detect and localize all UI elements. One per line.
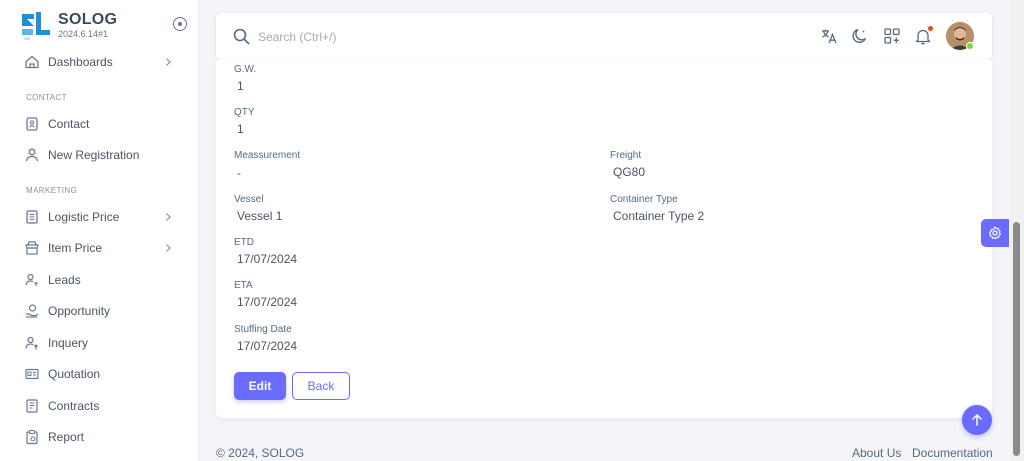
list-document-icon — [26, 210, 38, 224]
sidebar-item-label: Contracts — [48, 399, 100, 413]
sidebar-item-label: Inquery — [48, 336, 89, 350]
user-arrow-icon — [25, 336, 39, 350]
topbar — [216, 13, 992, 60]
sidebar-item-inquery[interactable]: Inquery — [0, 329, 199, 357]
container-type-value: Container Type 2 — [613, 209, 705, 223]
sidebar-item-report[interactable]: Report — [0, 423, 199, 451]
brand-name: SOLOG — [58, 11, 118, 28]
apps-icon[interactable] — [883, 27, 901, 45]
address-book-icon — [26, 117, 38, 131]
arrow-up-icon — [972, 414, 982, 426]
gear-icon — [988, 226, 1002, 240]
settings-button[interactable] — [981, 219, 1009, 247]
chevron-right-icon — [166, 213, 171, 221]
id-card-icon — [25, 368, 39, 380]
scroll-to-top-button[interactable] — [962, 405, 992, 435]
stuffing-date-label: Stuffing Date — [234, 324, 292, 335]
sidebar-item-contact[interactable]: Contact — [0, 110, 199, 138]
clipboard-icon — [26, 429, 38, 445]
etd-label: ETD — [234, 237, 254, 248]
section-header-marketing: MARKETING — [26, 186, 78, 195]
moon-icon[interactable] — [851, 27, 869, 45]
freight-label: Freight — [610, 150, 642, 161]
svg-text:SLB: SLB — [24, 37, 30, 41]
online-status-indicator — [966, 42, 974, 50]
measurement-value: - — [237, 166, 241, 180]
solog-logo: SLB — [22, 12, 50, 41]
freight-value: QG80 — [613, 165, 646, 179]
footer-documentation-link[interactable]: Documentation — [912, 446, 993, 460]
sidebar-item-quotation[interactable]: Quotation — [0, 360, 199, 388]
chevron-right-icon — [166, 244, 171, 252]
gw-label: G.W. — [234, 64, 257, 75]
scrollbar-thumb[interactable] — [1013, 222, 1020, 456]
back-button[interactable]: Back — [292, 372, 350, 400]
sidebar-item-label: Leads — [48, 273, 81, 287]
notification-badge — [928, 26, 933, 31]
user-icon — [25, 148, 39, 162]
contract-icon — [26, 399, 38, 413]
detail-card: G.W. 1 QTY 1 Meassurement - Freight QG80… — [216, 60, 992, 418]
sidebar-item-label: Contact — [48, 117, 90, 131]
edit-button[interactable]: Edit — [234, 372, 286, 400]
etd-value: 17/07/2024 — [237, 252, 298, 266]
gw-value: 1 — [237, 79, 244, 93]
sidebar-item-label: Dashboards — [48, 55, 113, 69]
section-header-contact: CONTACT — [26, 93, 67, 102]
search-icon — [233, 28, 250, 45]
measurement-label: Meassurement — [234, 150, 301, 161]
sidebar-item-new-registration[interactable]: New Registration — [0, 141, 199, 169]
search-input[interactable] — [258, 26, 558, 47]
vessel-value: Vessel 1 — [237, 209, 283, 223]
footer-copyright: © 2024, SOLOG — [216, 446, 305, 460]
sidebar-item-dashboards[interactable]: Dashboards — [0, 48, 199, 76]
sidebar-item-label: Quotation — [48, 367, 101, 381]
brand-version: 2024.6.14#1 — [58, 29, 109, 39]
sidebar-item-opportunity[interactable]: Opportunity — [0, 297, 199, 325]
sidebar-item-item-price[interactable]: Item Price — [0, 234, 199, 262]
qty-label: QTY — [234, 107, 255, 118]
sidebar-item-label: New Registration — [48, 148, 140, 162]
container-type-label: Container Type — [610, 194, 678, 205]
sidebar-item-label: Item Price — [48, 241, 103, 255]
brand[interactable]: SLB SOLOG 2024.6.14#1 — [20, 8, 190, 42]
eta-value: 17/07/2024 — [237, 295, 298, 309]
sidebar-item-label: Logistic Price — [48, 210, 120, 224]
user-filter-icon — [25, 273, 39, 287]
sidebar-item-label: Opportunity — [48, 304, 111, 318]
hand-coin-icon — [26, 304, 39, 318]
sidebar-item-label: Report — [48, 430, 85, 444]
sidebar-item-contracts[interactable]: Contracts — [0, 392, 199, 420]
translate-icon[interactable] — [820, 27, 838, 45]
chevron-right-icon — [166, 58, 171, 66]
qty-value: 1 — [237, 122, 244, 136]
sidebar-item-leads[interactable]: Leads — [0, 266, 199, 294]
sidebar: SLB SOLOG 2024.6.14#1 Dashboards CONTACT… — [0, 0, 199, 461]
sidebar-collapse-icon[interactable] — [173, 17, 187, 31]
stuffing-date-value: 17/07/2024 — [237, 339, 298, 353]
eta-label: ETA — [234, 280, 253, 291]
vessel-label: Vessel — [234, 194, 264, 205]
home-icon — [25, 55, 39, 69]
footer-about-link[interactable]: About Us — [852, 446, 901, 460]
shop-icon — [25, 241, 39, 255]
sidebar-item-logistic-price[interactable]: Logistic Price — [0, 203, 199, 231]
